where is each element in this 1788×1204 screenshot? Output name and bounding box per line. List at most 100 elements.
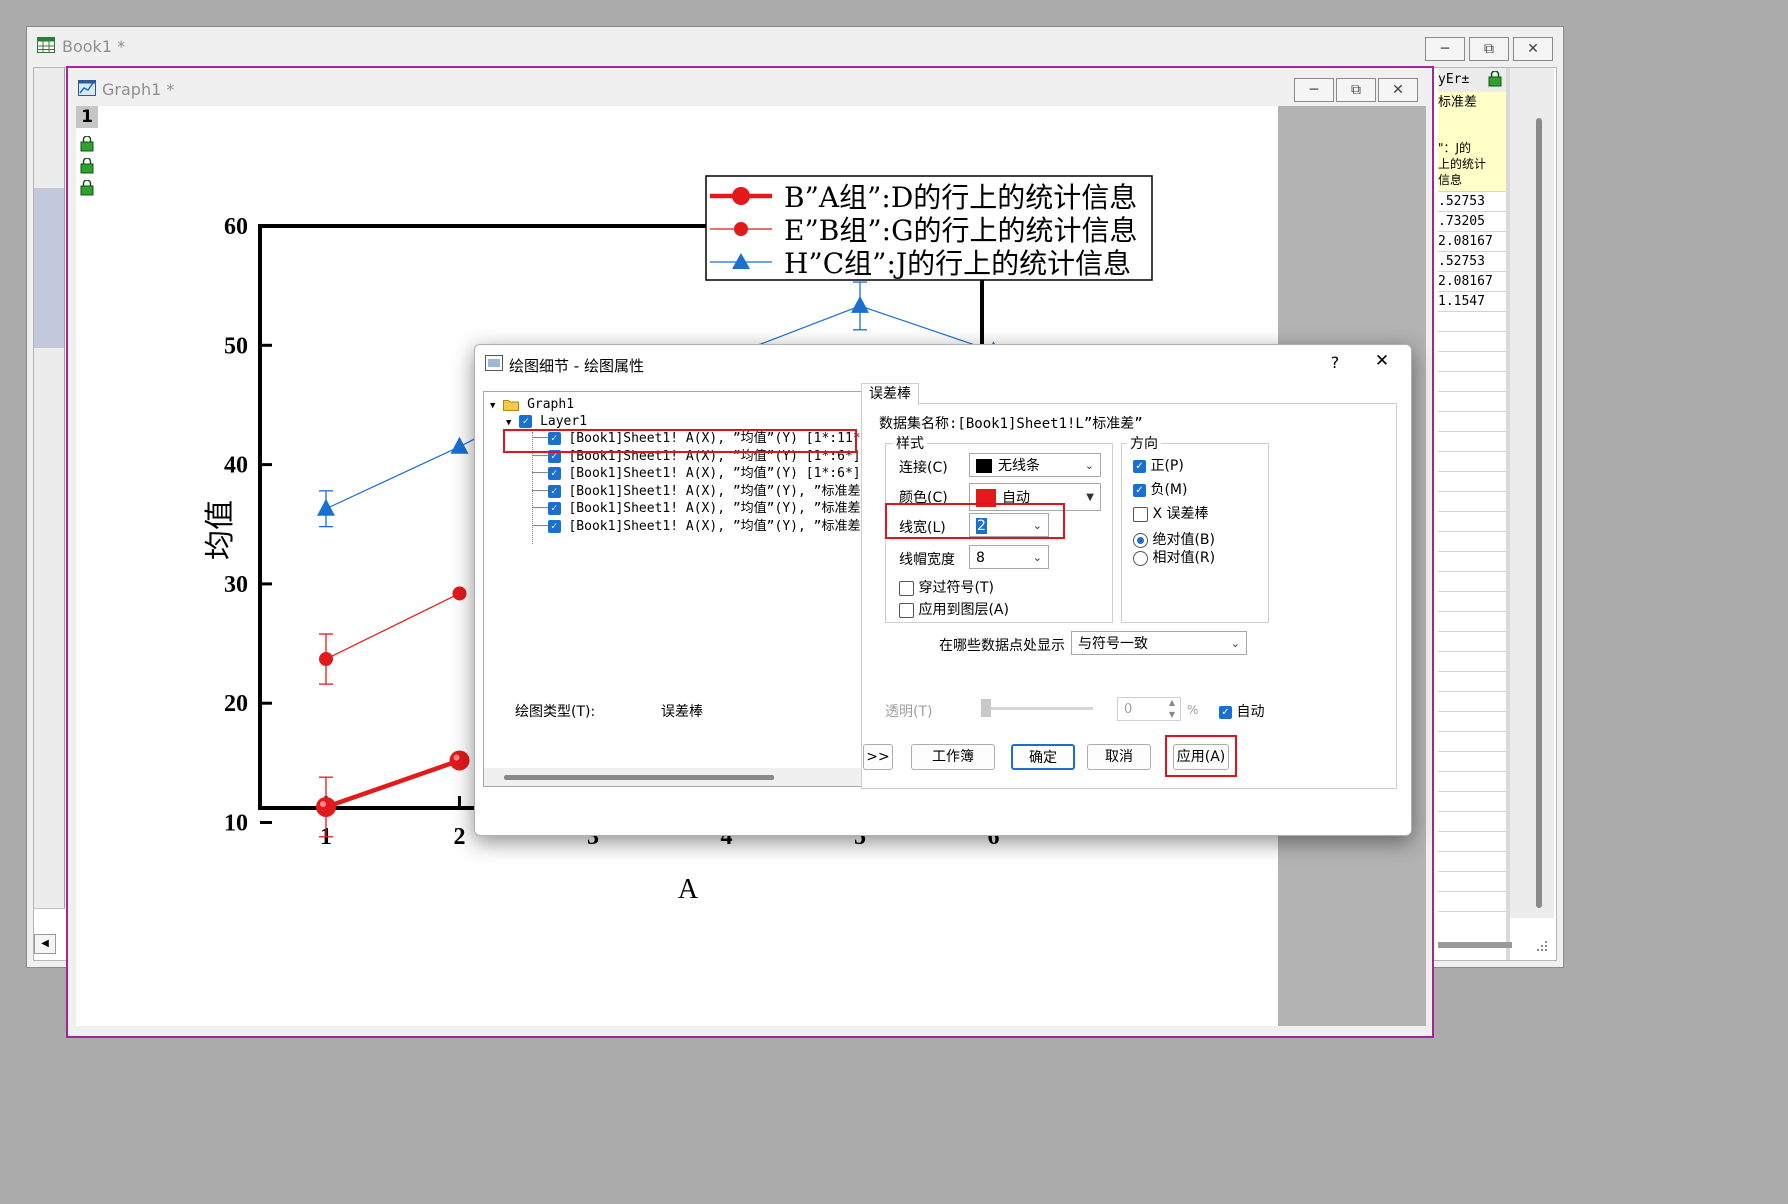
horizontal-scrollbar[interactable] bbox=[1438, 942, 1512, 948]
connect-select[interactable]: 无线条 ⌄ bbox=[969, 453, 1101, 477]
row-header[interactable] bbox=[34, 108, 65, 129]
value-cell[interactable]: .73205 bbox=[1438, 212, 1506, 232]
restore-button[interactable]: ⧉ bbox=[1469, 37, 1509, 61]
row-header[interactable] bbox=[34, 328, 65, 349]
checkbox-checked-icon[interactable]: ✓ bbox=[1219, 705, 1232, 719]
through-symbol-option[interactable]: 穿过符号(T) bbox=[899, 577, 994, 597]
layer-1-button[interactable]: 1 bbox=[76, 106, 98, 128]
x-error-option[interactable]: X 误差棒 bbox=[1133, 503, 1209, 523]
checkbox-checked-icon[interactable]: ✓ bbox=[1133, 483, 1146, 497]
empty-cell[interactable] bbox=[1438, 852, 1506, 872]
row-header[interactable] bbox=[34, 628, 65, 649]
value-cell[interactable]: 2.08167 bbox=[1438, 272, 1506, 292]
row-header[interactable] bbox=[34, 428, 65, 449]
row-header[interactable] bbox=[34, 168, 65, 189]
absolute-option[interactable]: 绝对值(B) bbox=[1133, 529, 1215, 549]
row-header[interactable] bbox=[34, 288, 65, 309]
empty-cell[interactable] bbox=[1438, 572, 1506, 592]
row-header[interactable] bbox=[34, 488, 65, 509]
empty-cell[interactable] bbox=[1438, 332, 1506, 352]
checkbox-icon[interactable] bbox=[1133, 506, 1148, 522]
row-header[interactable] bbox=[34, 408, 65, 429]
row-header[interactable] bbox=[34, 588, 65, 609]
row-header[interactable] bbox=[34, 188, 65, 209]
row-header[interactable] bbox=[34, 868, 65, 889]
units-cell[interactable] bbox=[1438, 114, 1506, 135]
empty-cell[interactable] bbox=[1438, 312, 1506, 332]
vertical-scrollbar[interactable] bbox=[1536, 118, 1542, 908]
tree-hscrollbar[interactable] bbox=[504, 775, 774, 780]
show-at-select[interactable]: 与符号一致 ⌄ bbox=[1071, 631, 1247, 655]
auto-option[interactable]: ✓ 自动 bbox=[1219, 701, 1264, 721]
empty-cell[interactable] bbox=[1438, 832, 1506, 852]
checkbox-icon[interactable] bbox=[899, 580, 914, 596]
row-header[interactable] bbox=[34, 608, 65, 629]
tree-plot-item[interactable]: ── ✓ [Book1]Sheet1! A(X), ”均值”(Y), ”标准差”(… bbox=[532, 500, 892, 518]
row-header[interactable] bbox=[34, 468, 65, 489]
tree-plot-item[interactable]: ── ✓ [Book1]Sheet1! A(X), ”均值”(Y), ”标准差”(… bbox=[532, 483, 892, 501]
value-cell[interactable]: 1.1547 bbox=[1438, 292, 1506, 312]
row-header[interactable] bbox=[34, 68, 65, 89]
resize-grip-icon[interactable] bbox=[1530, 934, 1550, 954]
empty-cell[interactable] bbox=[1438, 432, 1506, 452]
scroll-left-button[interactable]: ◀ bbox=[34, 934, 56, 954]
row-header[interactable] bbox=[34, 748, 65, 769]
row-header[interactable] bbox=[34, 208, 65, 229]
radio-selected-icon[interactable] bbox=[1133, 532, 1148, 548]
value-cell[interactable]: .52753 bbox=[1438, 252, 1506, 272]
comment-cell[interactable]: "：J的 上的统计 信息 bbox=[1438, 134, 1506, 192]
spin-icon[interactable]: ▲ ▼ bbox=[1163, 697, 1181, 721]
expand-button[interactable]: >> bbox=[863, 744, 893, 770]
empty-cell[interactable] bbox=[1438, 752, 1506, 772]
empty-cell[interactable] bbox=[1438, 492, 1506, 512]
row-header[interactable] bbox=[34, 128, 65, 149]
value-cell[interactable]: .52753 bbox=[1438, 192, 1506, 212]
column-header[interactable]: yEr± bbox=[1438, 68, 1506, 93]
checkbox-icon[interactable] bbox=[899, 602, 914, 618]
row-header[interactable] bbox=[34, 348, 65, 369]
tab-error-bar[interactable]: 误差棒 bbox=[861, 383, 919, 405]
row-header[interactable] bbox=[34, 888, 65, 909]
tree-plot-item[interactable]: ── ✓ [Book1]Sheet1! A(X), ”均值”(Y) [1*:6*] bbox=[532, 465, 861, 483]
empty-cell[interactable] bbox=[1438, 412, 1506, 432]
transparency-slider[interactable] bbox=[981, 707, 1093, 710]
row-header[interactable] bbox=[34, 788, 65, 809]
apply-to-layer-option[interactable]: 应用到图层(A) bbox=[899, 599, 1009, 619]
empty-cell[interactable] bbox=[1438, 392, 1506, 412]
row-header[interactable] bbox=[34, 508, 65, 529]
capwidth-select[interactable]: 8 ⌄ bbox=[969, 545, 1049, 569]
empty-cell[interactable] bbox=[1438, 892, 1506, 912]
plus-option[interactable]: ✓ 正(P) bbox=[1133, 455, 1184, 475]
row-header[interactable] bbox=[34, 668, 65, 689]
tree-plot-item[interactable]: ── ✓ [Book1]Sheet1! A(X), ”均值”(Y), ”标准差”(… bbox=[532, 518, 892, 536]
row-header[interactable] bbox=[34, 548, 65, 569]
relative-option[interactable]: 相对值(R) bbox=[1133, 547, 1215, 567]
graph-close-button[interactable]: ✕ bbox=[1378, 78, 1418, 102]
empty-cell[interactable] bbox=[1438, 512, 1506, 532]
empty-cell[interactable] bbox=[1438, 812, 1506, 832]
row-header[interactable] bbox=[34, 648, 65, 669]
row-header[interactable] bbox=[34, 828, 65, 849]
row-header[interactable] bbox=[34, 808, 65, 829]
row-header[interactable] bbox=[34, 528, 65, 549]
row-header[interactable] bbox=[34, 568, 65, 589]
empty-cell[interactable] bbox=[1438, 592, 1506, 612]
tree-root[interactable]: ▼ Graph1 bbox=[490, 396, 574, 414]
help-button[interactable]: ? bbox=[1323, 353, 1347, 372]
row-header[interactable] bbox=[34, 308, 65, 329]
ok-button[interactable]: 确定 bbox=[1011, 744, 1075, 770]
graph-restore-button[interactable]: ⧉ bbox=[1336, 78, 1376, 102]
cancel-button[interactable]: 取消 bbox=[1087, 744, 1151, 770]
empty-cell[interactable] bbox=[1438, 692, 1506, 712]
row-header[interactable] bbox=[34, 448, 65, 469]
row-header[interactable] bbox=[34, 388, 65, 409]
checkbox-checked-icon[interactable]: ✓ bbox=[519, 415, 533, 428]
checkbox-checked-icon[interactable]: ✓ bbox=[547, 467, 561, 481]
row-header[interactable] bbox=[34, 228, 65, 249]
book1-titlebar[interactable]: Book1 * ─ ⧉ ✕ bbox=[27, 27, 1563, 65]
row-header[interactable] bbox=[34, 708, 65, 729]
empty-cell[interactable] bbox=[1438, 472, 1506, 492]
row-header[interactable] bbox=[34, 148, 65, 169]
empty-cell[interactable] bbox=[1438, 452, 1506, 472]
empty-cell[interactable] bbox=[1438, 612, 1506, 632]
